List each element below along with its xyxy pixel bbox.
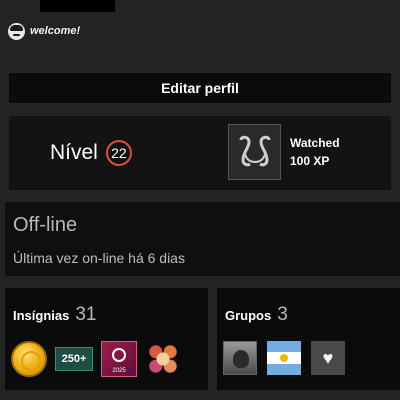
edit-profile-button[interactable]: Editar perfil	[9, 73, 391, 103]
level-display[interactable]: Nível 22	[50, 140, 132, 166]
groups-list: ♥	[223, 341, 345, 375]
steam-2025-badge-icon[interactable]: 2025	[101, 341, 137, 377]
watched-badge-icon[interactable]	[228, 124, 281, 180]
smiley-sunglasses-icon	[8, 22, 25, 40]
flower-badge-icon[interactable]	[145, 341, 181, 377]
argentina-flag-icon[interactable]	[267, 341, 301, 375]
featured-badge-name: Watched	[290, 136, 340, 150]
presence-panel: Off-line Última vez on-line há 6 dias	[5, 202, 400, 276]
groups-panel[interactable]: Grupos 3 ♥	[217, 288, 400, 390]
badges-panel[interactable]: Insígnias 31 250+ 2025	[5, 288, 208, 390]
heart-group-icon[interactable]: ♥	[311, 341, 345, 375]
badges-header[interactable]: Insígnias 31	[13, 304, 97, 326]
groups-title: Grupos	[225, 308, 272, 323]
groups-header[interactable]: Grupos 3	[225, 304, 288, 326]
level-badge: 22	[105, 140, 132, 166]
badges-title: Insígnias	[13, 308, 70, 323]
badges-list: 250+ 2025	[11, 341, 181, 377]
level-label: Nível	[50, 141, 98, 164]
status-text: welcome!	[30, 25, 81, 37]
group-avatar-icon[interactable]	[223, 341, 257, 375]
years-of-service-badge-icon[interactable]: 250+	[55, 347, 93, 371]
groups-count: 3	[277, 304, 288, 325]
online-status: Off-line	[13, 214, 78, 236]
featured-badge-xp: 100 XP	[290, 154, 330, 168]
watched-glyph-icon	[239, 135, 270, 167]
redacted-username-bar	[40, 0, 115, 12]
level-panel: Nível 22 Watched 100 XP	[9, 116, 391, 190]
profile-status: welcome!	[8, 22, 80, 40]
badges-count: 31	[75, 304, 97, 325]
last-online-text: Última vez on-line há 6 dias	[13, 250, 185, 266]
gold-coin-badge-icon[interactable]	[11, 341, 47, 377]
